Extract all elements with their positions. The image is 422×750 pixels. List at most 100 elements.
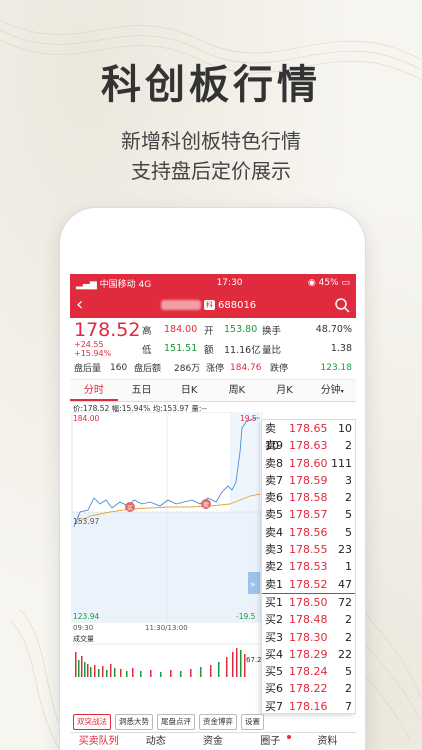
ask-level-row: 卖4 178.56 5 [262, 524, 355, 541]
ask-level-price: 178.57 [289, 508, 328, 522]
promo-page: 科创板行情 新增科创板特色行情 支持盘后定价展示 ▂▄▆ 中国移动 4G 17:… [0, 0, 422, 750]
bid-level-price: 178.50 [289, 595, 328, 609]
bid-level-label: 买4 [265, 647, 283, 661]
ask-level-row: 卖5 178.57 5 [262, 506, 355, 523]
battery-pct: 45% [318, 278, 339, 288]
tab-daily-k[interactable]: 日K [165, 380, 213, 401]
bid-level-row: 买1 178.50 72 [262, 594, 355, 611]
tab-funds[interactable]: 资金 [184, 733, 241, 750]
bid-level-price: 178.22 [289, 682, 328, 696]
bid-level-label: 买2 [265, 613, 283, 627]
bid-level-vol: 22 [338, 647, 352, 661]
sell-marker-label: 卖 [203, 502, 209, 509]
bid-level-vol: 5 [345, 665, 352, 679]
ask-level-row: 卖6 178.58 2 [262, 489, 355, 506]
limit-down-label: 跌停 [270, 364, 289, 374]
tab-five-day[interactable]: 五日 [118, 380, 166, 401]
axis-pct-top: 19.5 [240, 414, 257, 423]
bid-level-vol: 2 [345, 630, 352, 644]
bid-level-price: 178.48 [289, 613, 328, 627]
search-icon[interactable] [334, 297, 350, 313]
ask-level-vol: 23 [338, 543, 352, 557]
ask-level-vol: 5 [345, 508, 352, 522]
stock-code: 688016 [218, 299, 257, 311]
bid-level-price: 178.30 [289, 630, 328, 644]
tab-news[interactable]: 动态 [127, 733, 184, 750]
ask-level-price: 178.53 [289, 560, 328, 574]
back-icon[interactable]: ‹ [76, 296, 83, 314]
bid-level-row: 买4 178.29 22 [262, 646, 355, 663]
caret-down-icon: ▾ [340, 388, 344, 395]
tool-button-market-insight[interactable]: 洞悉大势 [115, 714, 153, 730]
ask-level-label: 卖4 [265, 525, 283, 539]
bid-level-vol: 2 [345, 613, 352, 627]
chart-tabs: 分时 五日 日K 周K 月K 分钟▾ [70, 380, 356, 402]
change-value: +24.55 [74, 339, 104, 349]
ask-level-label: 卖7 [265, 473, 283, 487]
ask-level-row: 卖8 178.60 111 [262, 455, 355, 472]
ask-level-row: 卖1 178.52 47 [262, 576, 355, 593]
ask-level-row: 卖9 178.63 2 [262, 437, 355, 454]
nav-bar: ‹ 科 688016 [70, 292, 356, 318]
limit-up-label: 涨停 [206, 364, 225, 374]
subtitle-line1: 新增科创板特色行情 [121, 129, 301, 153]
ask-level-vol: 5 [345, 525, 352, 539]
tool-button-closing-comment[interactable]: 尾盘点评 [157, 714, 195, 730]
bid-level-row: 买7 178.16 7 [262, 698, 355, 715]
time-start: 09:30 [73, 624, 93, 632]
amount-value: 11.16亿 [224, 344, 261, 356]
turnover-value: 48.70% [315, 324, 352, 335]
stock-name-blurred [161, 300, 201, 310]
tab-intraday[interactable]: 分时 [70, 380, 118, 401]
tool-button-fund-game[interactable]: 资金博弈 [199, 714, 237, 730]
tab-weekly-k[interactable]: 周K [213, 380, 261, 401]
tab-profile[interactable]: 资料 [299, 733, 356, 750]
ask-level-row: 卖7 178.59 3 [262, 472, 355, 489]
volume-max-label: 67.2 [246, 656, 262, 664]
low-value: 151.51 [164, 343, 198, 354]
bid-level-vol: 2 [345, 682, 352, 696]
tab-circle-label: 圈子 [260, 736, 281, 747]
location-icon: ◉ [307, 278, 316, 288]
quote-panel: 178.52 高 184.00 开 153.80 换手 48.70% +24.5… [70, 318, 356, 380]
limit-down-value: 123.18 [320, 362, 353, 373]
bid-level-vol: 7 [345, 699, 352, 713]
ask-level-price: 178.65 [289, 422, 328, 435]
turnover-label: 换手 [262, 325, 282, 337]
tab-order-queue[interactable]: 买卖队列 [70, 733, 127, 750]
ask-level-label: 卖1 [265, 577, 283, 591]
ask-level-row: 卖10 178.65 10 [262, 420, 355, 452]
bottom-tabs: 买卖队列 动态 资金 圈子 资料 [70, 732, 356, 750]
ask-level-price: 178.63 [289, 439, 328, 453]
amount-label: 额 [204, 344, 214, 356]
volume-title: 成交量 [73, 634, 94, 643]
ratio-label: 量比 [262, 344, 282, 356]
tab-minute-label: 分钟 [320, 385, 341, 396]
ratio-value: 1.38 [330, 343, 352, 354]
bid-level-row: 买6 178.22 2 [262, 680, 355, 697]
ask-level-price: 178.56 [289, 525, 328, 539]
headline: 科创板行情 [101, 62, 321, 108]
tool-button-double-break[interactable]: 双突战法 [73, 714, 111, 730]
tab-monthly-k[interactable]: 月K [261, 380, 309, 401]
expand-arrow-icon: » [250, 580, 256, 590]
network: 4G [138, 279, 152, 290]
axis-bottom-label: 123.94 [73, 612, 99, 621]
after-vol-value: 160 [110, 362, 128, 373]
ask-level-label: 卖9 [265, 439, 283, 453]
bid-level-label: 买1 [265, 595, 283, 609]
tab-minute[interactable]: 分钟▾ [308, 380, 356, 401]
settings-button[interactable]: 设置 [241, 714, 264, 730]
bid-level-label: 买3 [265, 630, 283, 644]
axis-mid-label: 153.97 [73, 517, 99, 526]
stock-title: 科 688016 [161, 300, 256, 311]
notification-dot [286, 735, 291, 739]
low-label: 低 [142, 344, 152, 356]
bid-level-price: 178.16 [289, 699, 328, 713]
bid-level-label: 买6 [265, 682, 283, 696]
bid-level-row: 买5 178.24 5 [262, 663, 355, 680]
high-label: 高 [142, 325, 152, 337]
ask-level-vol: 1 [345, 560, 352, 574]
tab-circle[interactable]: 圈子 [242, 733, 299, 750]
axis-pct-bottom: -19.5 [236, 612, 256, 621]
